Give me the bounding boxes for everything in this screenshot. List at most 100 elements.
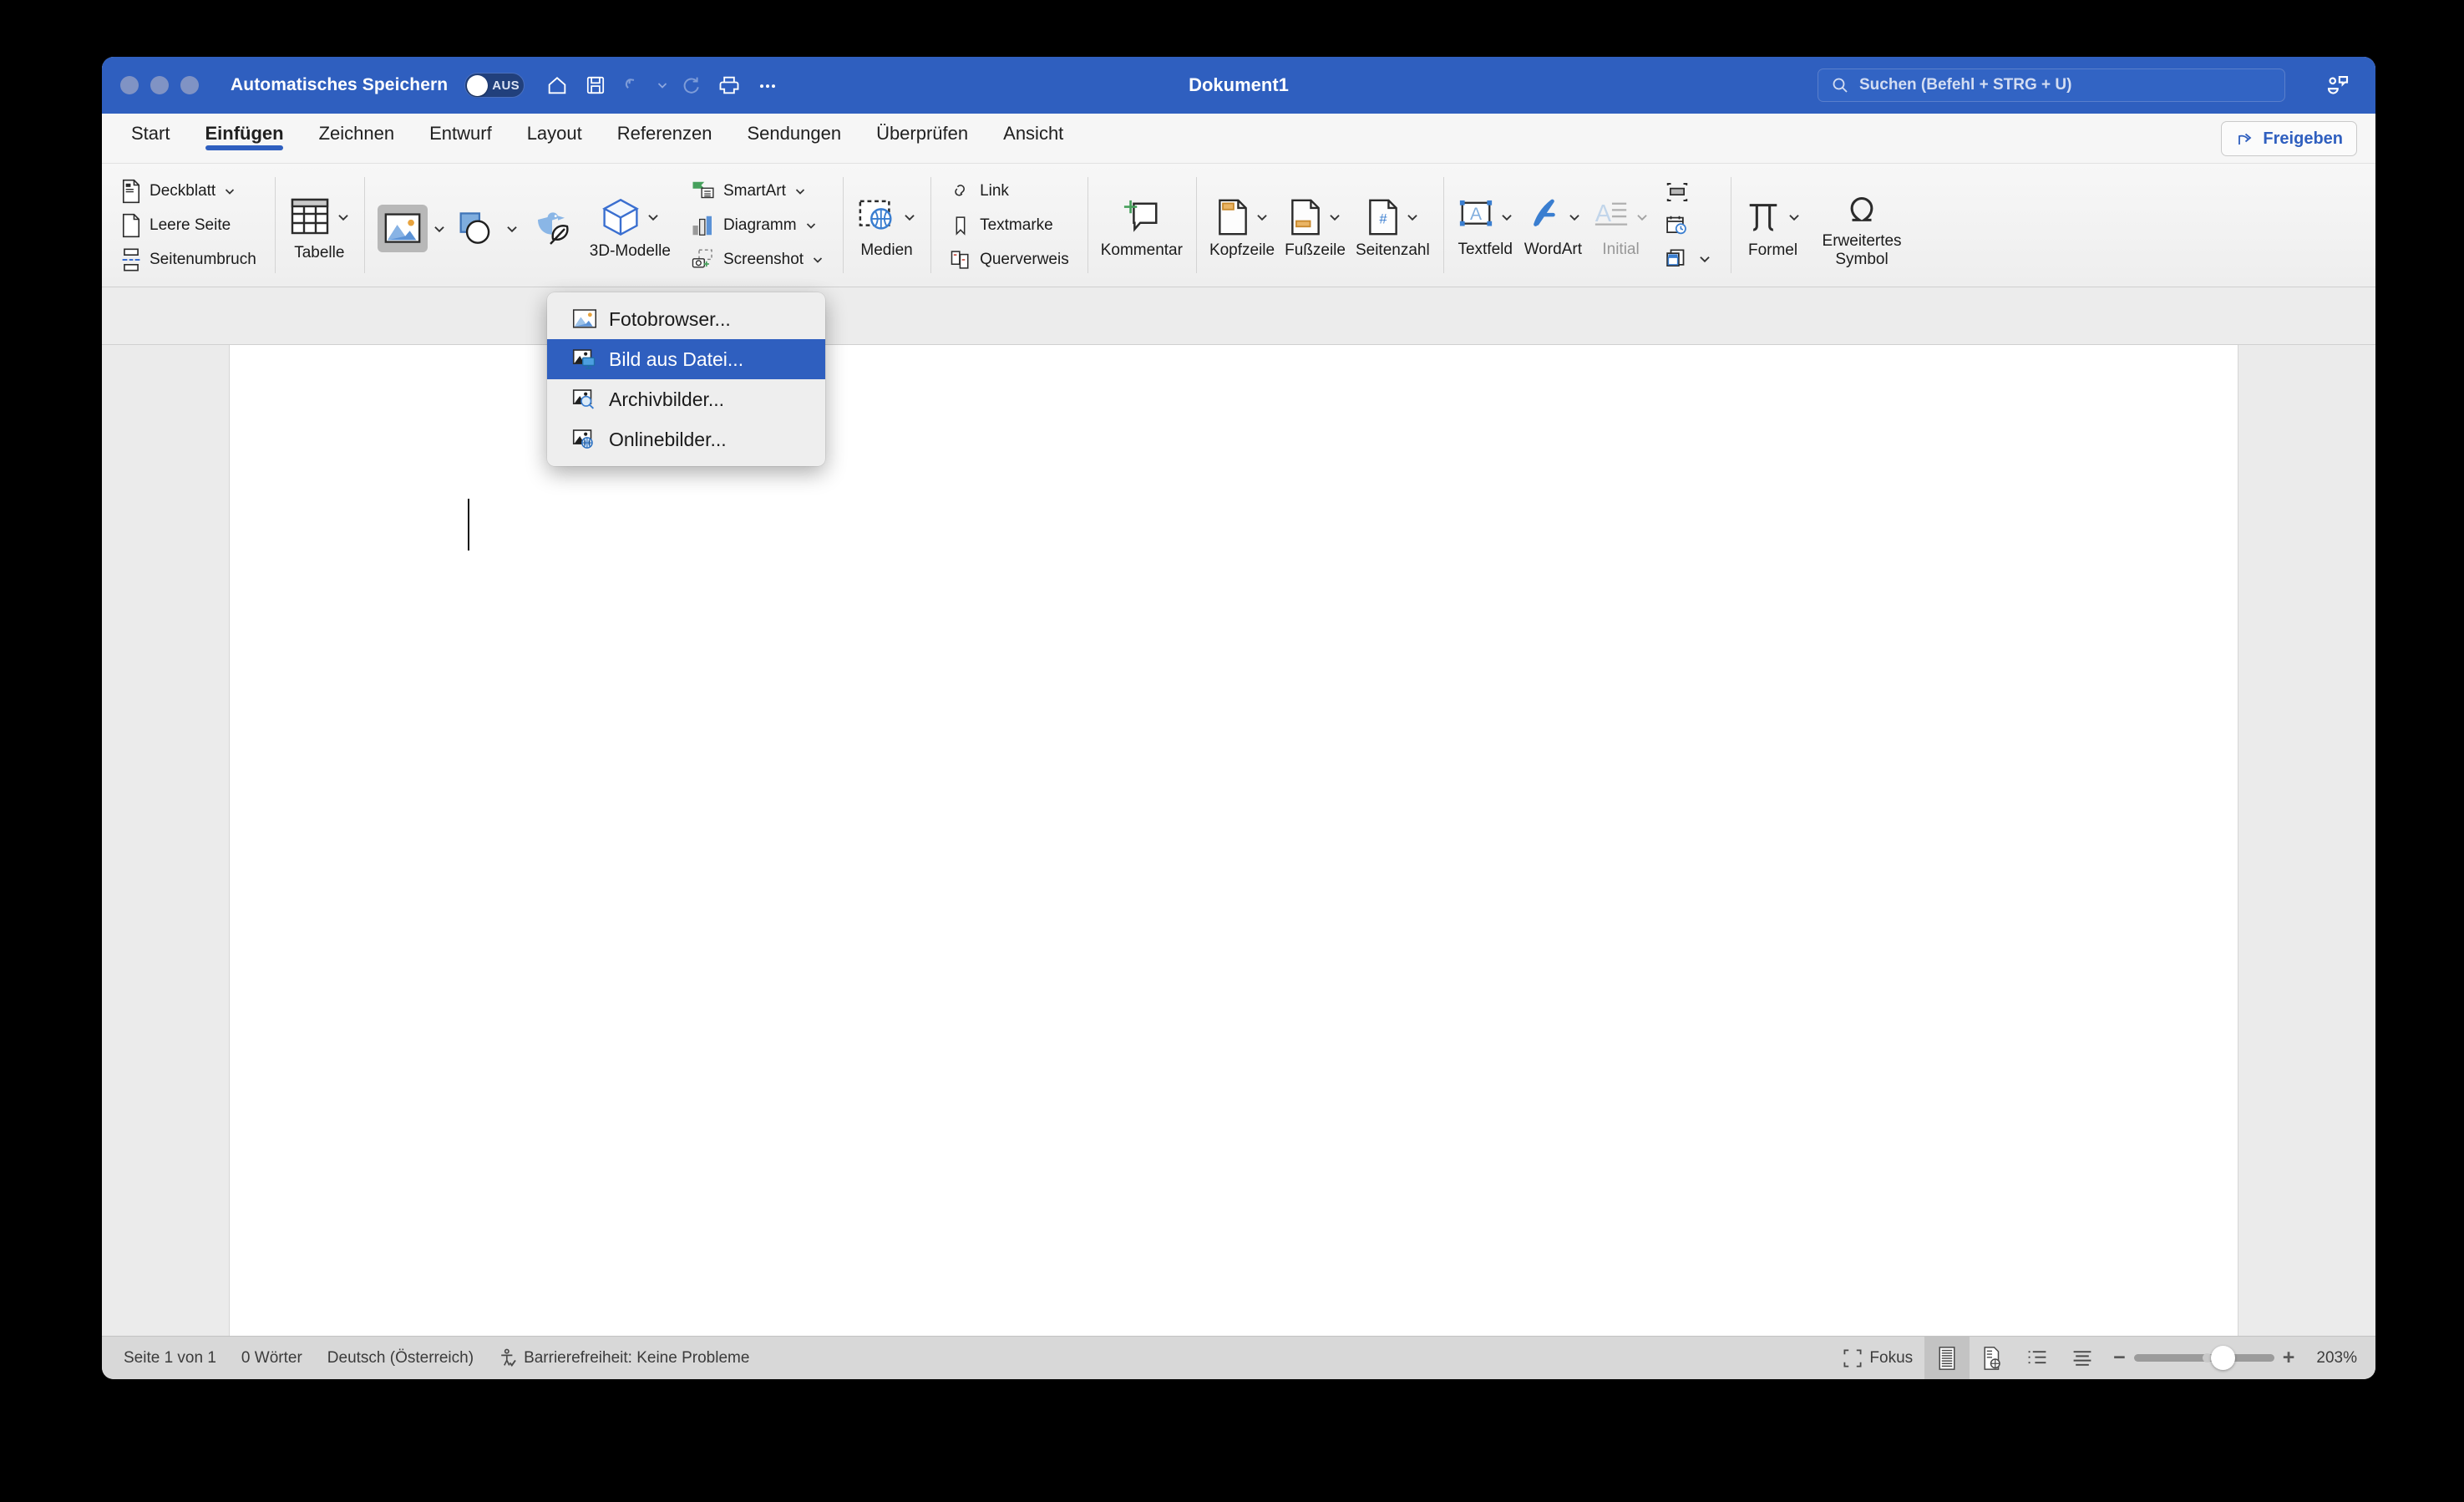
wordart-button[interactable]: WordArt — [1519, 192, 1587, 258]
share-button[interactable]: Freigeben — [2221, 121, 2357, 156]
screenshot-button[interactable]: Screenshot — [686, 245, 829, 275]
symbol-button[interactable]: Erweitertes Symbol — [1807, 182, 1917, 268]
blank-page-icon — [122, 213, 140, 237]
menu-item-bild-aus-datei[interactable]: Bild aus Datei... — [547, 339, 825, 379]
3d-model-label: 3D-Modelle — [589, 241, 671, 260]
comment-button[interactable]: Kommentar — [1096, 191, 1188, 259]
zoom-slider[interactable]: − + — [2113, 1346, 2295, 1370]
text-box-icon: A — [1459, 200, 1492, 226]
footer-button[interactable]: Fußzeile — [1280, 191, 1351, 259]
tab-zeichnen[interactable]: Zeichnen — [302, 114, 413, 145]
autosave-toggle[interactable]: AUS — [464, 73, 525, 98]
undo-icon[interactable] — [615, 66, 653, 104]
tab-start[interactable]: Start — [114, 114, 187, 145]
cover-page-button[interactable]: Deckblatt — [115, 176, 261, 206]
status-bar: Seite 1 von 1 0 Wörter Deutsch (Österrei… — [102, 1336, 2375, 1379]
3d-model-button[interactable]: 3D-Modelle — [585, 190, 676, 260]
equation-button[interactable]: Formel — [1739, 191, 1807, 259]
focus-button[interactable]: Fokus — [1831, 1337, 1924, 1380]
search-input[interactable]: Suchen (Befehl + STRG + U) — [1818, 69, 2285, 102]
cross-reference-button[interactable]: Querverweis — [944, 245, 1074, 275]
smartart-button[interactable]: SmartArt — [686, 176, 829, 206]
pictures-dropdown-menu[interactable]: Fotobrowser... Bild aus Datei... Archivb… — [547, 292, 825, 466]
shapes-icon — [459, 211, 490, 244]
field-button[interactable] — [1660, 179, 1717, 206]
zoom-in-button[interactable]: + — [2283, 1347, 2295, 1368]
cross-reference-label: Querverweis — [980, 250, 1069, 268]
save-icon[interactable] — [576, 66, 615, 104]
symbol-label: Erweitertes Symbol — [1822, 232, 1902, 268]
menu-item-onlinebilder[interactable]: Onlinebilder... — [547, 419, 825, 459]
zoom-out-button[interactable]: − — [2113, 1347, 2126, 1368]
web-layout-view-button[interactable] — [1970, 1337, 2015, 1380]
redo-icon[interactable] — [672, 66, 710, 104]
chevron-down-icon — [813, 256, 823, 263]
zoom-track[interactable] — [2133, 1346, 2274, 1370]
more-icon[interactable] — [748, 66, 787, 104]
svg-text:A: A — [1470, 205, 1482, 224]
draft-view-button[interactable] — [2060, 1337, 2105, 1380]
ribbon-group-comment: Kommentar — [1087, 164, 1196, 287]
drop-cap-button[interactable]: A Initial — [1587, 192, 1655, 258]
media-label: Medien — [860, 241, 913, 259]
page-number-button[interactable]: # Seitenzahl — [1351, 191, 1435, 259]
print-icon[interactable] — [710, 66, 748, 104]
object-button[interactable] — [1660, 246, 1717, 272]
draft-icon — [2073, 1350, 2091, 1366]
tab-referenzen[interactable]: Referenzen — [600, 114, 730, 145]
ribbon: Deckblatt Leere Seite Seitenumbruch Tabe… — [102, 164, 2375, 287]
tab-einfuegen[interactable]: Einfügen — [187, 114, 301, 150]
cover-page-label: Deckblatt — [150, 181, 216, 200]
link-button[interactable]: Link — [944, 176, 1074, 206]
pictures-button[interactable] — [373, 198, 452, 252]
collaborators-icon[interactable] — [2324, 74, 2352, 103]
chevron-down-icon — [226, 188, 235, 195]
print-layout-view-button[interactable] — [1924, 1336, 1970, 1379]
media-icon — [859, 200, 892, 230]
menu-item-archivbilder[interactable]: Archivbilder... — [547, 379, 825, 419]
blank-page-button[interactable]: Leere Seite — [115, 211, 261, 241]
header-button[interactable]: Kopfzeile — [1204, 191, 1280, 259]
date-time-button[interactable] — [1660, 212, 1717, 239]
page-break-button[interactable]: Seitenumbruch — [115, 245, 261, 275]
svg-text:A: A — [1595, 200, 1612, 227]
tab-layout[interactable]: Layout — [510, 114, 600, 145]
chevron-down-icon — [1407, 214, 1417, 221]
tab-ueberpruefen[interactable]: Überprüfen — [859, 114, 986, 145]
zoom-level[interactable]: 203% — [2316, 1349, 2357, 1368]
menu-item-fotobrowser[interactable]: Fotobrowser... — [547, 299, 825, 339]
document-page[interactable] — [229, 345, 2238, 1336]
ribbon-group-table: Tabelle — [274, 164, 364, 287]
pictures-icon — [384, 213, 421, 243]
close-button[interactable] — [120, 76, 139, 94]
undo-caret-icon[interactable] — [653, 79, 672, 92]
bookmark-button[interactable]: Textmarke — [944, 211, 1074, 241]
outline-view-button[interactable] — [2015, 1337, 2060, 1380]
home-icon[interactable] — [538, 66, 576, 104]
media-button[interactable]: Medien — [851, 191, 922, 259]
screenshot-icon — [692, 248, 712, 267]
icons-button[interactable] — [525, 201, 585, 250]
tab-entwurf[interactable]: Entwurf — [412, 114, 510, 145]
language-indicator[interactable]: Deutsch (Österreich) — [327, 1349, 474, 1368]
zoom-handle[interactable] — [2210, 1346, 2235, 1370]
minimize-button[interactable] — [150, 76, 169, 94]
word-count[interactable]: 0 Wörter — [241, 1349, 302, 1368]
table-icon — [291, 198, 328, 235]
chart-button[interactable]: Diagramm — [686, 211, 829, 241]
tab-ansicht[interactable]: Ansicht — [986, 114, 1081, 145]
text-box-button[interactable]: A Textfeld — [1452, 192, 1519, 258]
print-layout-icon — [1939, 1346, 1955, 1370]
wordart-icon — [1534, 199, 1555, 226]
window-controls[interactable] — [120, 76, 199, 94]
document-area[interactable] — [102, 344, 2375, 1336]
shapes-button[interactable] — [452, 203, 525, 248]
page-count[interactable]: Seite 1 von 1 — [124, 1349, 216, 1368]
comment-label: Kommentar — [1100, 241, 1183, 259]
chart-icon — [692, 216, 712, 236]
accessibility-status[interactable]: Barrierefreiheit: Keine Probleme — [499, 1348, 749, 1368]
tab-sendungen[interactable]: Sendungen — [730, 114, 859, 145]
date-time-icon — [1666, 216, 1686, 234]
table-button[interactable]: Tabelle — [283, 189, 356, 261]
zoom-button[interactable] — [180, 76, 199, 94]
